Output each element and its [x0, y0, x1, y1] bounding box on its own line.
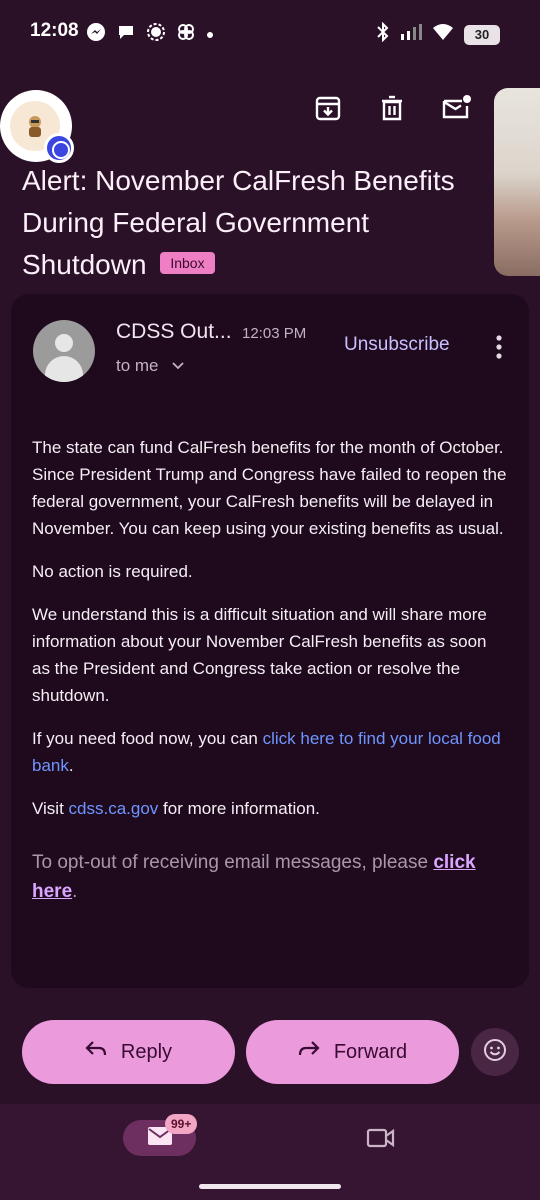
body-paragraph: The state can fund CalFresh benefits for…	[32, 438, 507, 538]
reply-label: Reply	[120, 1040, 173, 1063]
cdss-link[interactable]: cdss.ca.gov	[69, 799, 159, 818]
body-paragraph: No action is required.	[32, 562, 193, 581]
email-subject: Alert: November CalFresh Benefits During…	[22, 160, 492, 286]
optout-prefix: To opt-out of receiving email messages, …	[32, 852, 434, 873]
video-icon[interactable]	[366, 1126, 396, 1150]
optout-text: To opt-out of receiving email messages, …	[32, 848, 508, 906]
chevron-down-icon	[163, 356, 185, 375]
battery-icon: 30	[464, 24, 500, 45]
account-badge-icon	[44, 133, 74, 163]
bluetooth-icon	[376, 21, 390, 47]
more-options-icon[interactable]	[495, 334, 503, 360]
forward-icon	[298, 1040, 320, 1064]
mark-unread-icon[interactable]	[440, 92, 472, 124]
body-paragraph: We understand this is a difficult situat…	[32, 605, 487, 705]
food-bank-prefix: If you need food now, you can	[32, 729, 263, 748]
archive-icon[interactable]	[312, 92, 344, 124]
status-time: 12:08	[30, 20, 79, 41]
email-card: CDSS Out... 12:03 PM to me Unsubscribe T…	[11, 294, 529, 988]
visit-suffix: for more information.	[158, 799, 320, 818]
delete-icon[interactable]	[376, 92, 408, 124]
reply-button[interactable]: Reply	[22, 1020, 235, 1084]
body-paragraph: Visit cdss.ca.gov for more information.	[32, 795, 508, 822]
recipient-label: to me	[116, 356, 159, 375]
unsubscribe-button[interactable]: Unsubscribe	[344, 334, 450, 356]
emoji-icon	[482, 1037, 508, 1068]
cellular-icon	[400, 23, 422, 46]
email-body: The state can fund CalFresh benefits for…	[32, 434, 508, 906]
chat-icon	[116, 22, 136, 47]
home-indicator[interactable]	[199, 1184, 341, 1189]
status-bar: 12:08 30	[0, 0, 540, 66]
pinwheel-icon	[176, 22, 196, 47]
unread-count-badge: 99+	[165, 1114, 198, 1134]
dot-icon	[206, 26, 214, 44]
sender-avatar[interactable]	[33, 320, 95, 382]
signal-icon	[146, 22, 166, 47]
bottom-navigation: 99+	[0, 1104, 540, 1200]
status-icons-left	[86, 22, 214, 47]
emoji-reaction-button[interactable]	[471, 1028, 519, 1076]
body-paragraph: If you need food now, you can click here…	[32, 725, 508, 779]
forward-label: Forward	[333, 1040, 408, 1063]
food-bank-suffix: .	[68, 756, 74, 775]
side-preview-image	[494, 88, 540, 276]
inbox-label[interactable]: Inbox	[160, 252, 215, 274]
messenger-icon	[86, 22, 106, 47]
email-time: 12:03 PM	[242, 325, 307, 342]
status-icons-right: 30	[376, 21, 500, 47]
wifi-icon	[432, 23, 454, 46]
visit-prefix: Visit	[32, 799, 69, 818]
subject-text: Alert: November CalFresh Benefits During…	[22, 165, 455, 280]
optout-suffix: .	[72, 881, 78, 902]
forward-button[interactable]: Forward	[246, 1020, 459, 1084]
reply-icon	[85, 1040, 107, 1064]
recipient-toggle[interactable]: to me	[116, 356, 185, 376]
sender-name[interactable]: CDSS Out...	[116, 320, 232, 344]
